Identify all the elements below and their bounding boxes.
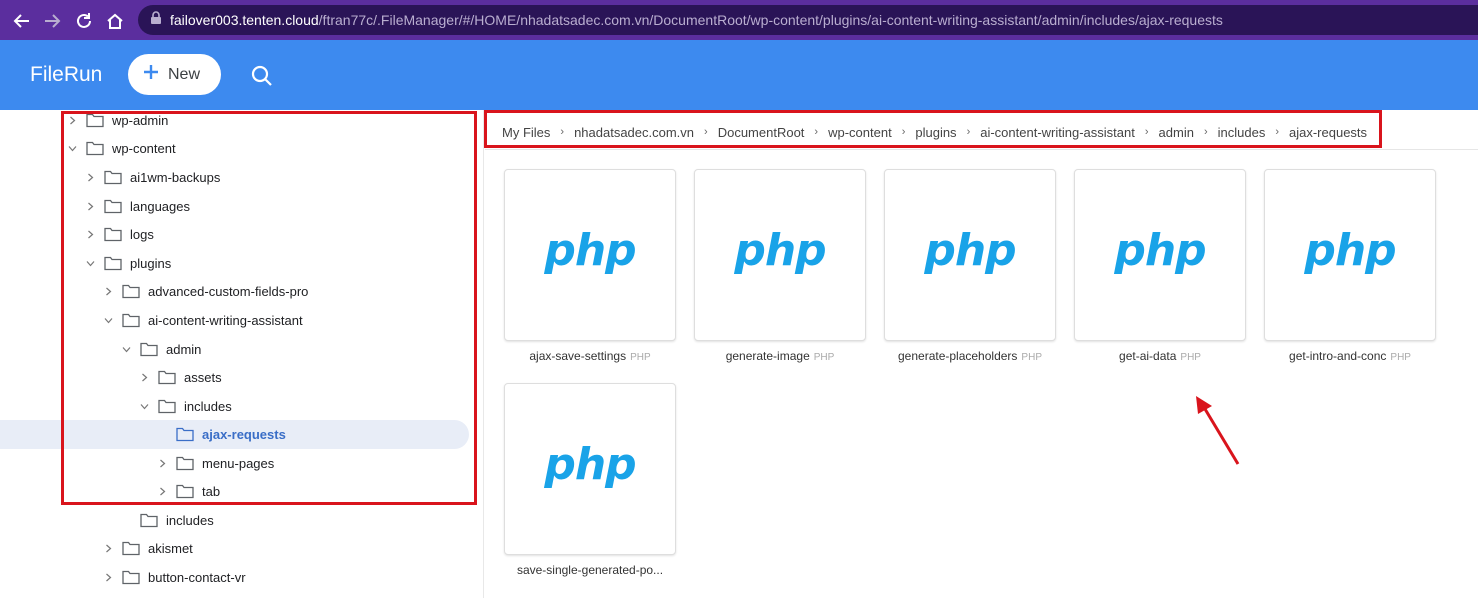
file-thumbnail[interactable]: php bbox=[1074, 169, 1246, 341]
sidebar-annotation-box bbox=[61, 111, 477, 505]
sidebar-item-button-contact-vr[interactable]: button-contact-vr bbox=[102, 563, 246, 591]
sidebar-item-label: akismet bbox=[148, 540, 193, 556]
file-name[interactable]: generate-placeholders PHP bbox=[870, 349, 1070, 363]
chevron-right-icon[interactable] bbox=[102, 542, 114, 554]
app-header: FileRun New bbox=[0, 40, 1478, 110]
file-extension-badge: PHP bbox=[813, 352, 835, 363]
php-file-icon: php bbox=[924, 225, 1016, 276]
file-name[interactable]: get-intro-and-conc PHP bbox=[1250, 349, 1450, 363]
file-extension-badge: PHP bbox=[1180, 352, 1201, 363]
toggle-spacer bbox=[120, 514, 132, 526]
annotation-arrow bbox=[1196, 396, 1240, 465]
php-file-icon: php bbox=[734, 225, 826, 276]
file-thumbnail[interactable]: php bbox=[504, 169, 676, 341]
file-extension-badge: PHP bbox=[1390, 352, 1411, 363]
browser-toolbar: failover003.tenten.cloud/ftran77c/.FileM… bbox=[0, 0, 1478, 40]
file-name[interactable]: get-ai-data PHP bbox=[1060, 349, 1260, 363]
sidebar-item-includes[interactable]: includes bbox=[120, 506, 214, 534]
divider bbox=[485, 149, 1478, 150]
reload-icon[interactable] bbox=[74, 11, 94, 31]
file-name-text: get-intro-and-conc bbox=[1289, 349, 1387, 363]
new-button[interactable]: New bbox=[128, 54, 221, 95]
sidebar-item-label: includes bbox=[166, 512, 214, 528]
forward-arrow-icon[interactable] bbox=[42, 11, 62, 31]
sidebar-item-akismet[interactable]: akismet bbox=[102, 534, 193, 562]
php-file-icon: php bbox=[1114, 225, 1206, 276]
home-icon[interactable] bbox=[105, 11, 125, 31]
file-name-text: get-ai-data bbox=[1119, 349, 1177, 363]
url-host: failover003.tenten.cloud bbox=[170, 12, 319, 28]
file-thumbnail[interactable]: php bbox=[504, 383, 676, 555]
file-thumbnail[interactable]: php bbox=[694, 169, 866, 341]
url-path: /ftran77c/.FileManager/#/HOME/nhadatsade… bbox=[318, 12, 1223, 28]
file-name[interactable]: generate-image PHP bbox=[680, 349, 880, 363]
file-extension-badge: PHP bbox=[1021, 352, 1042, 363]
php-file-icon: php bbox=[544, 439, 636, 490]
new-button-label: New bbox=[168, 65, 201, 83]
file-name-text: generate-image bbox=[725, 349, 810, 363]
php-file-icon: php bbox=[1304, 225, 1396, 276]
plus-icon bbox=[142, 63, 160, 86]
folder-icon bbox=[122, 540, 140, 556]
file-thumbnail[interactable]: php bbox=[884, 169, 1056, 341]
php-file-icon: php bbox=[544, 225, 636, 276]
file-name[interactable]: save-single-generated-po... bbox=[490, 563, 690, 577]
search-icon[interactable] bbox=[250, 64, 274, 88]
folder-icon bbox=[140, 512, 158, 528]
file-extension-badge: PHP bbox=[630, 352, 651, 363]
breadcrumb-annotation-box bbox=[484, 110, 1382, 148]
file-name-text: ajax-save-settings bbox=[529, 349, 627, 363]
file-name-text: save-single-generated-po... bbox=[516, 563, 664, 577]
file-name-text: generate-placeholders bbox=[898, 349, 1018, 363]
folder-icon bbox=[122, 569, 140, 585]
address-bar[interactable]: failover003.tenten.cloud/ftran77c/.FileM… bbox=[138, 5, 1478, 35]
file-thumbnail[interactable]: php bbox=[1264, 169, 1436, 341]
sidebar-item-label: button-contact-vr bbox=[148, 569, 246, 585]
url-text: failover003.tenten.cloud/ftran77c/.FileM… bbox=[170, 12, 1223, 28]
file-name[interactable]: ajax-save-settings PHP bbox=[490, 349, 690, 363]
chevron-right-icon[interactable] bbox=[102, 571, 114, 583]
back-arrow-icon[interactable] bbox=[12, 11, 32, 31]
app-title: FileRun bbox=[30, 63, 103, 86]
security-info-icon[interactable] bbox=[150, 10, 162, 30]
